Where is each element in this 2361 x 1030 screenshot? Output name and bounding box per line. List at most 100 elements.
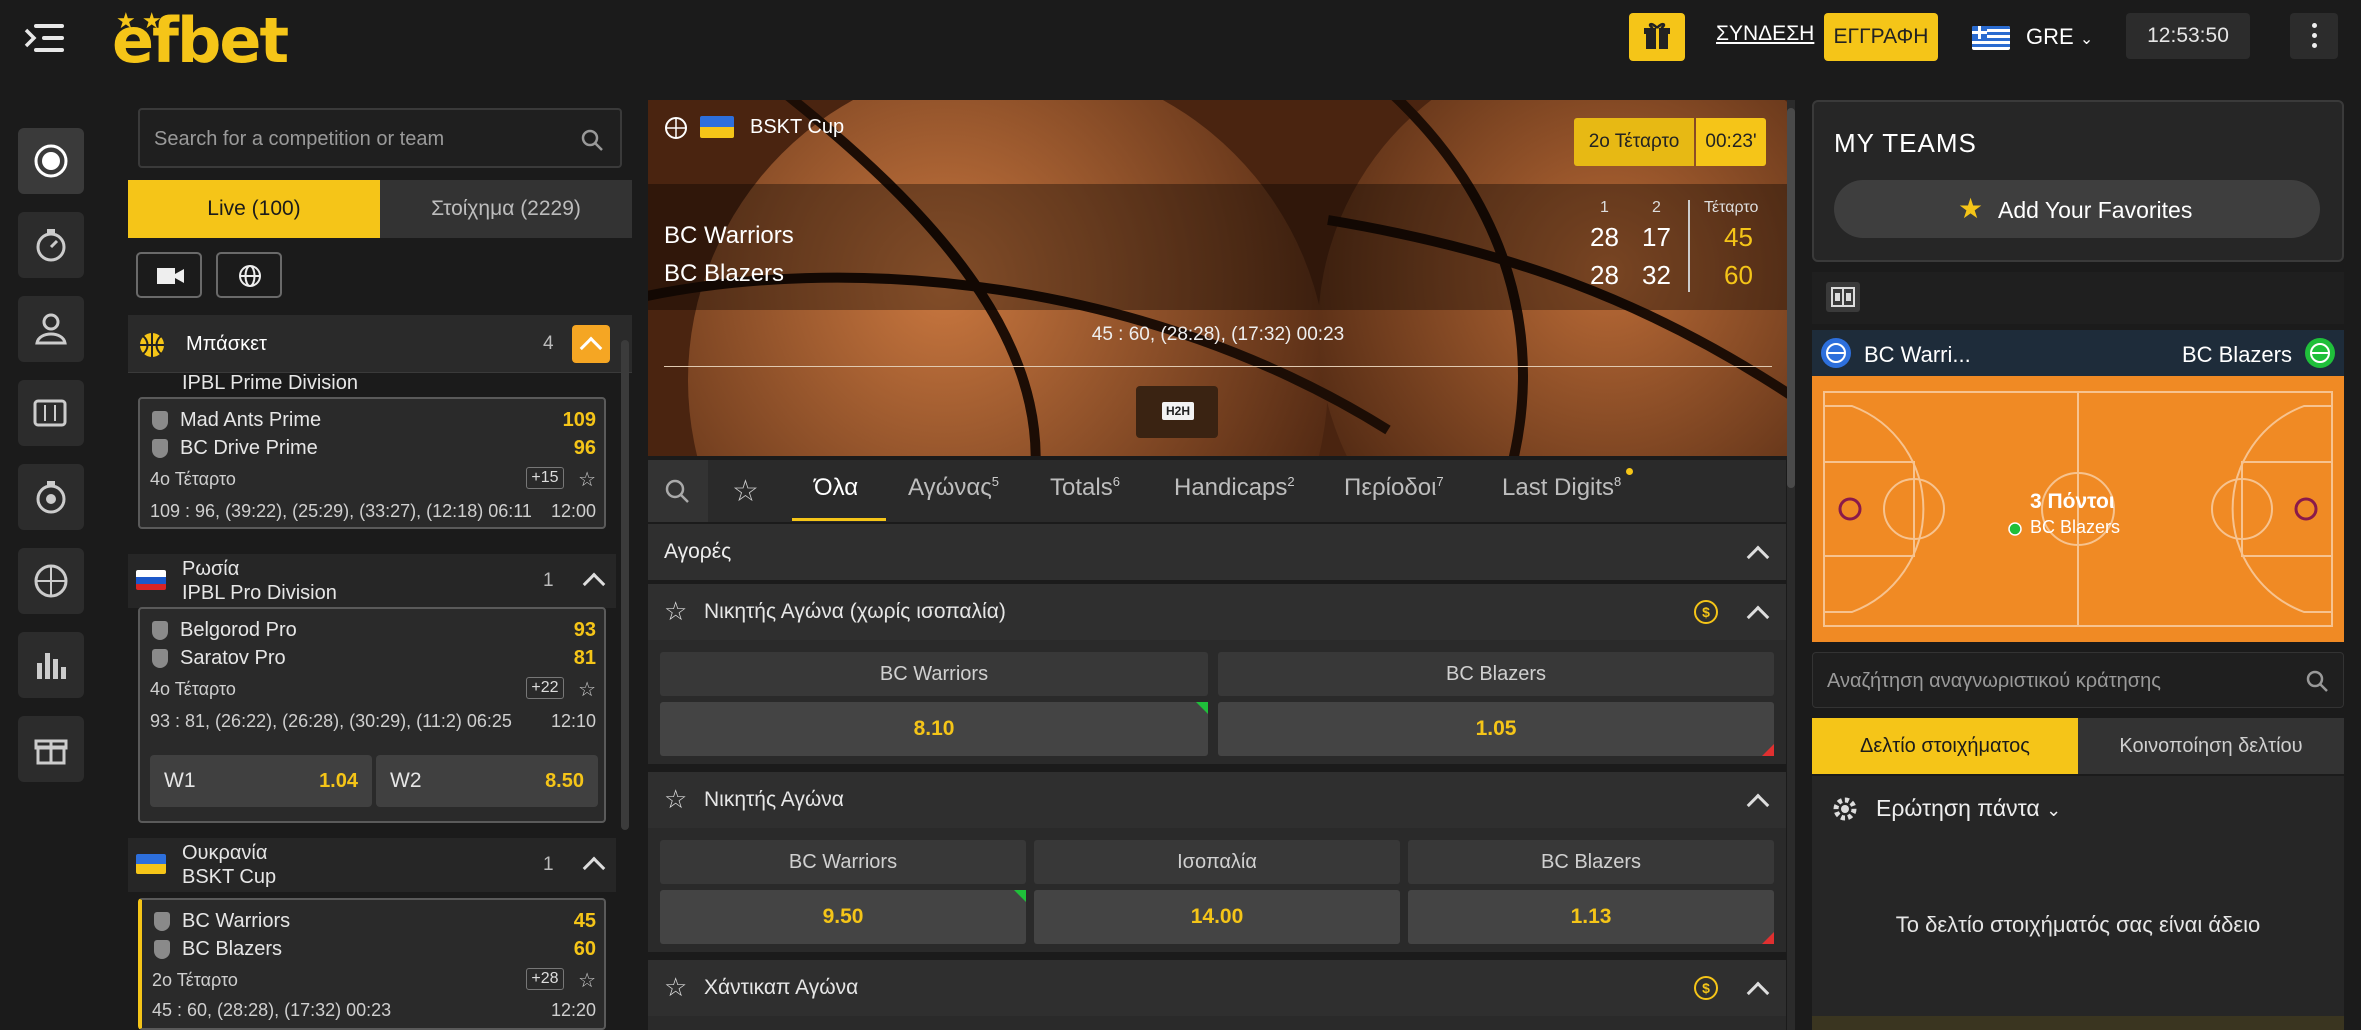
market-title: Χάντικαπ Αγώνα xyxy=(704,976,859,999)
h2h-button[interactable]: H2H xyxy=(1136,386,1218,438)
team-away: BC Drive Prime xyxy=(180,437,318,459)
add-favorites-button[interactable]: ★ Add Your Favorites xyxy=(1834,180,2320,238)
chevron-up-icon[interactable] xyxy=(582,856,606,880)
markets-title: Αγορές xyxy=(664,540,732,563)
promotions-nav-button[interactable] xyxy=(18,716,84,782)
competition-search[interactable]: Search for a competition or team xyxy=(138,108,622,168)
tab-share-betslip[interactable]: Κοινοποίηση δελτίου xyxy=(2078,718,2344,774)
tab-betslip[interactable]: Δελτίο στοιχήματος xyxy=(1812,718,2078,774)
odd-w1-button[interactable]: W1 1.04 xyxy=(150,755,372,807)
collapse-button[interactable] xyxy=(572,325,610,363)
chevron-up-icon xyxy=(1746,793,1770,817)
bar-chart-icon xyxy=(37,653,66,679)
odd-button[interactable]: 14.00 xyxy=(1034,890,1400,944)
league-header[interactable]: Ρωσία IPBL Pro Division 1 xyxy=(128,554,616,608)
odd-w2-button[interactable]: W2 8.50 xyxy=(376,755,598,807)
odd-value: 1.13 xyxy=(1570,905,1612,928)
market-tabs: ☆ Όλα Αγώνας5 Totals6 Handicaps2 Περίοδο… xyxy=(648,460,1786,522)
sport-name: Μπάσκετ xyxy=(186,333,267,355)
gear-icon[interactable] xyxy=(1830,794,1860,824)
scrollbar[interactable] xyxy=(621,340,629,830)
odd-button[interactable]: 8.10 xyxy=(660,702,1208,756)
home-q2: 17 xyxy=(1642,222,1671,252)
tab-match[interactable]: Αγώνας5 xyxy=(908,474,999,502)
tab-last-digits[interactable]: Last Digits8 xyxy=(1502,474,1621,502)
scoreboard-button[interactable] xyxy=(1826,282,1860,312)
away-q1: 28 xyxy=(1590,260,1619,290)
global-filter-button[interactable] xyxy=(216,252,282,298)
tab-count: 6 xyxy=(1112,474,1120,489)
booking-id-search[interactable]: Αναζήτηση αναγνωριστικού κράτησης xyxy=(1812,652,2344,708)
league-name: BSKT Cup xyxy=(182,866,277,888)
markets-header[interactable]: Αγορές xyxy=(648,524,1786,580)
period-badge: 2ο Τέταρτο xyxy=(1574,118,1694,166)
new-indicator-dot xyxy=(1626,468,1633,475)
favorite-star-icon[interactable]: ☆ xyxy=(578,968,596,993)
greece-flag-icon[interactable] xyxy=(1972,26,2010,50)
search-icon[interactable] xyxy=(580,128,604,152)
favorites-star-icon[interactable]: ☆ xyxy=(732,474,759,509)
league-header[interactable]: Ουκρανία BSKT Cup 1 xyxy=(128,838,616,892)
h2h-icon: H2H xyxy=(1162,402,1195,420)
upcoming-nav-button[interactable] xyxy=(18,212,84,278)
tab-prematch[interactable]: Στοίχημα (2229) xyxy=(380,180,632,238)
search-icon[interactable] xyxy=(2305,669,2329,693)
casino-nav-button[interactable] xyxy=(18,296,84,362)
more-markets-badge[interactable]: +15 xyxy=(526,467,564,489)
favorite-star-icon[interactable]: ☆ xyxy=(664,596,687,627)
sports-nav-button[interactable] xyxy=(18,548,84,614)
virtual-nav-button[interactable] xyxy=(18,464,84,530)
tab-handicaps[interactable]: Handicaps2 xyxy=(1174,474,1295,502)
chevron-up-icon[interactable] xyxy=(582,572,606,596)
russia-flag-icon xyxy=(136,570,166,590)
match-detail: 109 : 96, (39:22), (25:29), (33:27), (12… xyxy=(150,501,532,521)
match-card-selected[interactable]: BC Warriors 45 BC Blazers 60 2ο Τέταρτο … xyxy=(138,898,606,1030)
odds-change-setting[interactable]: Ερώτηση πάντα ⌄ xyxy=(1876,795,2061,822)
logo[interactable]: efbet xyxy=(112,4,289,77)
slots-nav-button[interactable] xyxy=(18,380,84,446)
team-home: Mad Ants Prime xyxy=(180,409,322,431)
away-team-logo-icon xyxy=(2305,338,2335,368)
market-search-button[interactable] xyxy=(648,460,708,522)
my-teams-title: MY TEAMS xyxy=(1834,128,1977,158)
sport-header-basketball[interactable]: Μπάσκετ 4 xyxy=(128,315,632,373)
favorite-star-icon[interactable]: ☆ xyxy=(578,467,596,492)
register-button[interactable]: ΕΓΓΡΑΦΗ xyxy=(1824,13,1938,61)
more-markets-badge[interactable]: +22 xyxy=(526,677,564,699)
tab-label: Όλα xyxy=(814,474,859,501)
team-home: Belgorod Pro xyxy=(180,619,297,641)
team-shield-icon xyxy=(152,411,168,430)
tab-all[interactable]: Όλα xyxy=(814,474,858,502)
more-markets-badge[interactable]: +28 xyxy=(526,968,564,990)
chevron-up-icon xyxy=(579,336,603,360)
favorite-star-icon[interactable]: ☆ xyxy=(664,784,687,815)
menu-icon[interactable] xyxy=(24,22,66,54)
favorite-star-icon[interactable]: ☆ xyxy=(664,972,687,1003)
odd-button[interactable]: 1.05 xyxy=(1218,702,1774,756)
market-header[interactable]: ☆ Νικητής Αγώνα xyxy=(648,772,1786,828)
match-card[interactable]: Mad Ants Prime 109 BC Drive Prime 96 4ο … xyxy=(138,397,606,529)
league-country: Ουκρανία xyxy=(182,842,268,864)
tab-periods[interactable]: Περίοδοι7 xyxy=(1344,474,1444,502)
favorite-star-icon[interactable]: ☆ xyxy=(578,677,596,702)
odd-button[interactable]: 1.13 xyxy=(1408,890,1774,944)
live-nav-button[interactable] xyxy=(18,128,84,194)
match-start: 12:10 xyxy=(550,711,596,731)
scrollbar[interactable] xyxy=(1787,100,1795,1030)
video-filter-button[interactable] xyxy=(136,252,202,298)
language-selector[interactable]: GRE ⌄ xyxy=(2026,24,2093,50)
login-link[interactable]: ΣΥΝΔΕΣΗ xyxy=(1716,22,1814,46)
booking-search-placeholder: Αναζήτηση αναγνωριστικού κράτησης xyxy=(1827,670,2161,692)
gift-button[interactable] xyxy=(1629,13,1685,61)
match-card[interactable]: Belgorod Pro 93 Saratov Pro 81 4ο Τέταρτ… xyxy=(138,607,606,823)
market-header[interactable]: ☆ Χάντικαπ Αγώνα $ xyxy=(648,960,1786,1016)
stats-nav-button[interactable] xyxy=(18,632,84,698)
more-menu-button[interactable] xyxy=(2290,13,2338,59)
tab-live[interactable]: Live (100) xyxy=(128,180,380,238)
tab-totals[interactable]: Totals6 xyxy=(1050,474,1120,502)
match-timer: 00:23' xyxy=(1696,118,1766,166)
team-shield-icon xyxy=(152,439,168,458)
team-home: BC Warriors xyxy=(182,910,291,932)
market-header[interactable]: ☆ Νικητής Αγώνα (χωρίς ισοπαλία) $ xyxy=(648,584,1786,640)
odd-button[interactable]: 9.50 xyxy=(660,890,1026,944)
